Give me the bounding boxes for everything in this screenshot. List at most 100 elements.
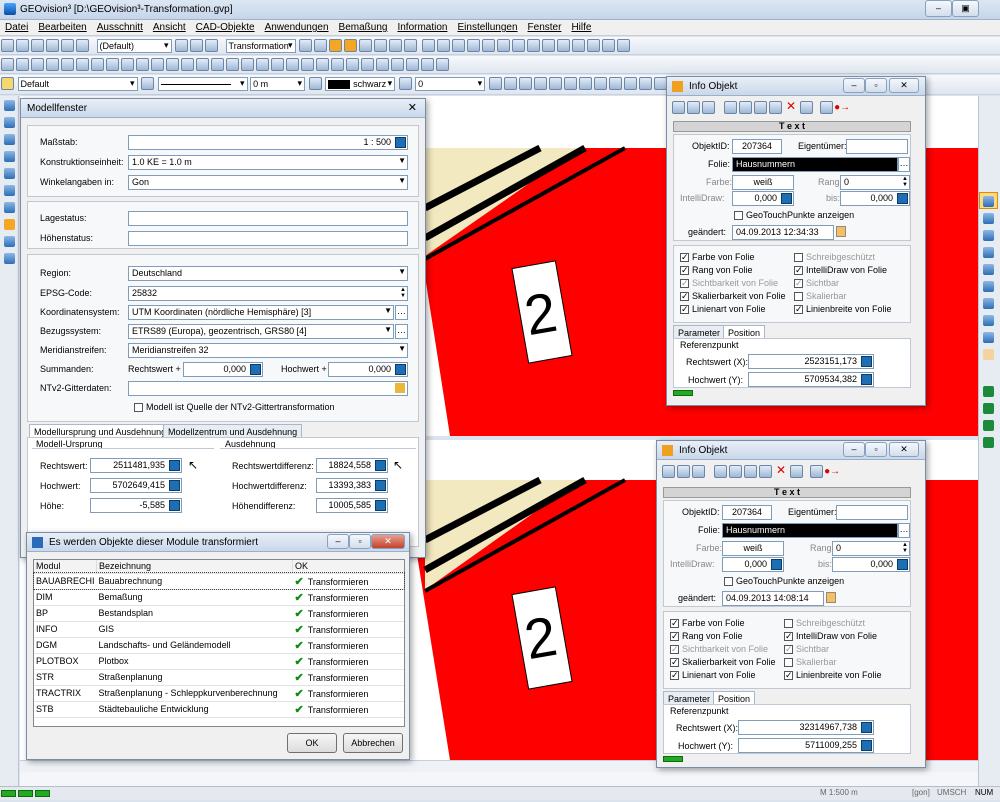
checkbox-left-2[interactable]: ✓ Sichtbarkeit von Folie (670, 644, 768, 655)
prev-icon[interactable] (729, 465, 742, 478)
search-icon[interactable] (672, 101, 685, 114)
checkbox-icon[interactable]: ✓ (680, 292, 689, 302)
calendar-icon[interactable] (826, 592, 836, 603)
folie-field[interactable]: Hausnummern (732, 157, 898, 172)
checkbox-icon[interactable] (134, 403, 143, 413)
folder-icon[interactable] (395, 383, 405, 393)
arrow-4-icon[interactable] (979, 433, 998, 450)
checkbox-right-4[interactable]: ✓ Linienbreite von Folie (784, 670, 882, 681)
calculator-icon[interactable] (781, 193, 792, 204)
info-13-icon[interactable] (601, 39, 615, 52)
module-status[interactable]: ✔ Transformieren (292, 669, 404, 686)
checkbox-right-0[interactable]: Schreibgeschützt (784, 618, 865, 629)
zoom-prev-icon[interactable] (979, 260, 998, 277)
checkbox-right-4[interactable]: ✓ Linienbreite von Folie (794, 304, 892, 315)
pan-icon[interactable] (979, 328, 998, 345)
calculator-icon[interactable] (250, 364, 261, 375)
minimize-button[interactable]: – (843, 78, 865, 93)
left-tool-10-icon[interactable] (0, 249, 19, 266)
checkbox-icon[interactable]: ✓ (670, 645, 679, 655)
calculator-icon[interactable] (375, 480, 386, 491)
checkbox-icon[interactable]: ✓ (680, 253, 689, 263)
draw-6-icon[interactable] (76, 58, 89, 71)
info-3-icon[interactable] (451, 39, 465, 52)
pick-cursor-icon[interactable]: ↖ (393, 458, 403, 472)
number-field[interactable]: 0 (415, 77, 486, 91)
geotouch-checkbox[interactable]: GeoTouchPunkte anzeigen (734, 210, 854, 221)
draw-3-icon[interactable] (31, 58, 44, 71)
u-rechtswert-field[interactable]: 2511481,935 (90, 458, 182, 473)
draw-28-icon[interactable] (406, 58, 419, 71)
col-modul-header[interactable]: Modul (34, 560, 98, 574)
spinner-icon[interactable]: ▲ ▼ (902, 176, 908, 188)
close-button[interactable]: ✕ (371, 534, 405, 549)
ok-button[interactable]: OK (287, 733, 337, 753)
checkbox-icon[interactable]: ✓ (794, 305, 803, 315)
menu-ansicht[interactable]: Ansicht (148, 20, 191, 35)
checkbox-icon[interactable]: ✓ (794, 266, 803, 276)
snap-6-icon[interactable] (563, 77, 577, 90)
folie-field[interactable]: Hausnummern (722, 523, 898, 538)
select-icon[interactable] (687, 101, 700, 114)
checkbox-right-3[interactable]: Skalierbar (794, 291, 847, 302)
calculator-icon[interactable] (861, 740, 872, 751)
arrow-right-icon[interactable]: ●→ (834, 102, 850, 113)
tool-a-icon[interactable] (299, 39, 313, 52)
spinner-icon[interactable]: ▲ ▼ (902, 542, 908, 554)
snap-3-icon[interactable] (518, 77, 532, 90)
draw-21-icon[interactable] (301, 58, 314, 71)
draw-9-icon[interactable] (121, 58, 134, 71)
draw-14-icon[interactable] (196, 58, 209, 71)
hw-field[interactable]: 5711009,255 (738, 738, 874, 753)
checkbox-left-4[interactable]: ✓ Linienart von Folie (670, 670, 756, 681)
minimize-button[interactable]: – (843, 442, 865, 457)
bezug-select[interactable]: ETRS89 (Europa), geozentrisch, GRS80 [4]… (128, 324, 394, 339)
menu-hilfe[interactable]: Hilfe (566, 20, 596, 35)
new-icon[interactable] (1, 39, 14, 52)
checkbox-icon[interactable]: ✓ (670, 619, 679, 629)
draw-22-icon[interactable] (316, 58, 329, 71)
checkbox-left-4[interactable]: ✓ Linienart von Folie (680, 304, 766, 315)
left-tool-6-icon[interactable] (0, 181, 19, 198)
draw-1-icon[interactable] (1, 58, 14, 71)
geotouch-checkbox[interactable]: GeoTouchPunkte anzeigen (724, 576, 844, 587)
layer-combo[interactable]: Default (17, 77, 138, 91)
arrow-1-icon[interactable] (979, 382, 998, 399)
select-icon[interactable] (677, 465, 690, 478)
calendar-icon[interactable] (836, 226, 846, 237)
draw-18-icon[interactable] (256, 58, 269, 71)
calculator-icon[interactable] (861, 356, 872, 367)
koord-select[interactable]: UTM Koordinaten (nördliche Hemisphäre) [… (128, 305, 394, 320)
checkbox-icon[interactable]: ✓ (784, 671, 793, 681)
zoom-window-icon[interactable] (979, 192, 998, 209)
module-status[interactable]: ✔ Transformieren (292, 701, 404, 718)
tool-f-icon[interactable] (374, 39, 388, 52)
open-icon[interactable] (16, 39, 29, 52)
koord-more-button[interactable]: … (395, 305, 408, 320)
checkbox-icon[interactable]: ✓ (680, 266, 689, 276)
close-icon[interactable]: ✕ (408, 101, 417, 114)
maximize-button[interactable]: ▣ (952, 0, 979, 17)
draw-5-icon[interactable] (61, 58, 74, 71)
intelli-field[interactable]: 0,000 (732, 191, 794, 206)
delete-icon[interactable]: ✕ (786, 99, 796, 113)
draw-8-icon[interactable] (106, 58, 119, 71)
info-14-icon[interactable] (616, 39, 630, 52)
checkbox-right-2[interactable]: ✓ Sichtbar (794, 278, 839, 289)
meridian-select[interactable]: Meridianstreifen 32 ▼ (128, 343, 408, 358)
draw-30-icon[interactable] (436, 58, 449, 71)
info-9-icon[interactable] (541, 39, 555, 52)
info-2-icon[interactable] (436, 39, 450, 52)
binoculars-icon[interactable] (810, 465, 824, 478)
spinner-icon[interactable]: ▲ ▼ (400, 287, 406, 299)
checkbox-icon[interactable] (734, 211, 743, 221)
module-status[interactable]: ✔ Transformieren (292, 653, 404, 670)
eigentuemer-field[interactable] (836, 505, 908, 520)
calculator-icon[interactable] (169, 480, 180, 491)
snap-10-icon[interactable] (623, 77, 637, 90)
table-row[interactable]: BP Bestandsplan ✔ Transformieren (34, 605, 404, 622)
a-hw-field[interactable]: 13393,383 (316, 478, 388, 493)
u-hoehe-field[interactable]: -5,585 (90, 498, 182, 513)
module-status[interactable]: ✔ Transformieren (292, 621, 404, 638)
snap-11-icon[interactable] (638, 77, 652, 90)
